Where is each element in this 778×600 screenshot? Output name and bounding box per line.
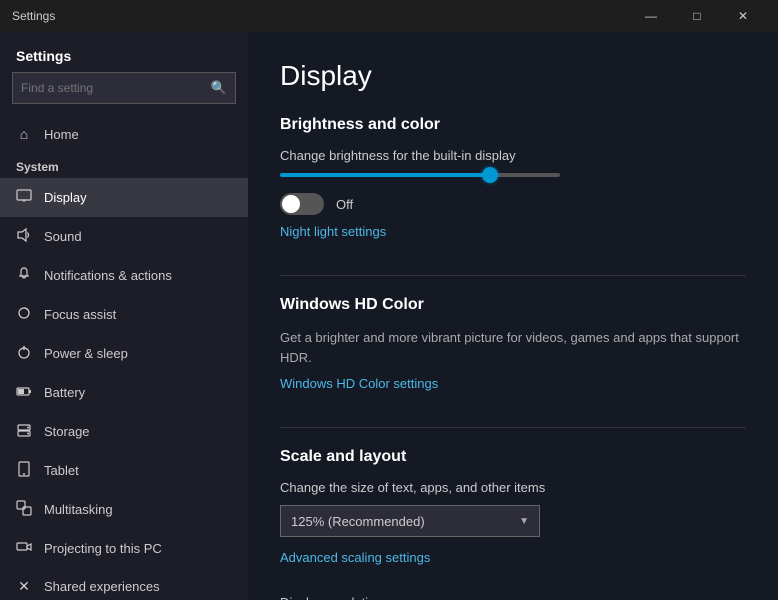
multitasking-icon bbox=[16, 500, 32, 519]
sidebar-item-label: Home bbox=[44, 127, 79, 142]
titlebar: Settings — □ ✕ bbox=[0, 0, 778, 32]
sidebar-item-sound[interactable]: Sound bbox=[0, 217, 248, 256]
scale-section-title: Scale and layout bbox=[280, 448, 746, 466]
sidebar-item-label: Storage bbox=[44, 424, 90, 439]
hd-color-settings-link[interactable]: Windows HD Color settings bbox=[280, 376, 438, 391]
advanced-scaling-link[interactable]: Advanced scaling settings bbox=[280, 550, 430, 565]
sidebar-item-projecting[interactable]: Projecting to this PC bbox=[0, 529, 248, 568]
section-divider-1 bbox=[280, 275, 746, 276]
shared-icon: ✕ bbox=[16, 578, 32, 595]
brightness-slider[interactable] bbox=[280, 173, 560, 177]
sidebar-header: Settings bbox=[0, 32, 248, 72]
sidebar-item-focus[interactable]: Focus assist bbox=[0, 295, 248, 334]
sidebar-item-label: Shared experiences bbox=[44, 579, 160, 594]
search-input[interactable] bbox=[21, 81, 211, 95]
tablet-icon bbox=[16, 461, 32, 480]
sidebar-item-display[interactable]: Display bbox=[0, 178, 248, 217]
sidebar-item-shared[interactable]: ✕ Shared experiences bbox=[0, 568, 248, 600]
sidebar-item-label: Focus assist bbox=[44, 307, 116, 322]
sidebar-item-label: Sound bbox=[44, 229, 82, 244]
scale-dropdown-value: 125% (Recommended) bbox=[291, 514, 425, 529]
section-divider-2 bbox=[280, 427, 746, 428]
search-box[interactable]: 🔍 bbox=[12, 72, 236, 104]
sidebar-item-label: Projecting to this PC bbox=[44, 541, 162, 556]
minimize-button[interactable]: — bbox=[628, 0, 674, 32]
scale-label: Change the size of text, apps, and other… bbox=[280, 480, 746, 495]
focus-icon bbox=[16, 305, 32, 324]
sidebar-item-multitasking[interactable]: Multitasking bbox=[0, 490, 248, 529]
titlebar-controls: — □ ✕ bbox=[628, 0, 766, 32]
night-light-settings-link[interactable]: Night light settings bbox=[280, 224, 386, 239]
sidebar-item-label: Notifications & actions bbox=[44, 268, 172, 283]
main-panel: Display Brightness and color Change brig… bbox=[248, 32, 778, 600]
storage-icon bbox=[16, 422, 32, 441]
sidebar-item-label: Display bbox=[44, 190, 87, 205]
sidebar-item-label: Multitasking bbox=[44, 502, 113, 517]
sidebar-item-label: Power & sleep bbox=[44, 346, 128, 361]
sidebar-item-storage[interactable]: Storage bbox=[0, 412, 248, 451]
app-container: Settings 🔍 ⌂ Home System Display bbox=[0, 32, 778, 600]
search-icon: 🔍 bbox=[211, 80, 227, 96]
toggle-knob bbox=[282, 195, 300, 213]
sound-icon bbox=[16, 227, 32, 246]
hd-color-section-title: Windows HD Color bbox=[280, 296, 746, 314]
notifications-icon bbox=[16, 266, 32, 285]
sidebar-item-label: Battery bbox=[44, 385, 85, 400]
projecting-icon bbox=[16, 539, 32, 558]
sidebar-item-home[interactable]: ⌂ Home bbox=[0, 116, 248, 152]
sidebar-item-notifications[interactable]: Notifications & actions bbox=[0, 256, 248, 295]
brightness-slider-container[interactable] bbox=[280, 173, 746, 177]
night-light-toggle[interactable] bbox=[280, 193, 324, 215]
sidebar-item-battery[interactable]: Battery bbox=[0, 373, 248, 412]
night-light-state: Off bbox=[336, 197, 353, 212]
resolution-label: Display resolution bbox=[280, 595, 746, 600]
battery-icon bbox=[16, 383, 32, 402]
sidebar-item-tablet[interactable]: Tablet bbox=[0, 451, 248, 490]
power-icon bbox=[16, 344, 32, 363]
titlebar-title: Settings bbox=[12, 9, 628, 23]
home-icon: ⌂ bbox=[16, 126, 32, 142]
scale-dropdown-arrow: ▼ bbox=[519, 516, 529, 527]
night-light-row: Off bbox=[280, 193, 746, 215]
display-icon bbox=[16, 188, 32, 207]
maximize-button[interactable]: □ bbox=[674, 0, 720, 32]
page-title: Display bbox=[280, 60, 746, 92]
sidebar-section-label: System bbox=[0, 152, 248, 178]
slider-thumb bbox=[482, 167, 498, 183]
brightness-section-title: Brightness and color bbox=[280, 116, 746, 134]
hd-color-description: Get a brighter and more vibrant picture … bbox=[280, 328, 746, 367]
sidebar-item-power[interactable]: Power & sleep bbox=[0, 334, 248, 373]
brightness-label: Change brightness for the built-in displ… bbox=[280, 148, 746, 163]
scale-dropdown[interactable]: 125% (Recommended) ▼ bbox=[280, 505, 540, 537]
sidebar-item-label: Tablet bbox=[44, 463, 79, 478]
sidebar: Settings 🔍 ⌂ Home System Display bbox=[0, 32, 248, 600]
scale-dropdown-container: 125% (Recommended) ▼ bbox=[280, 505, 746, 537]
close-button[interactable]: ✕ bbox=[720, 0, 766, 32]
